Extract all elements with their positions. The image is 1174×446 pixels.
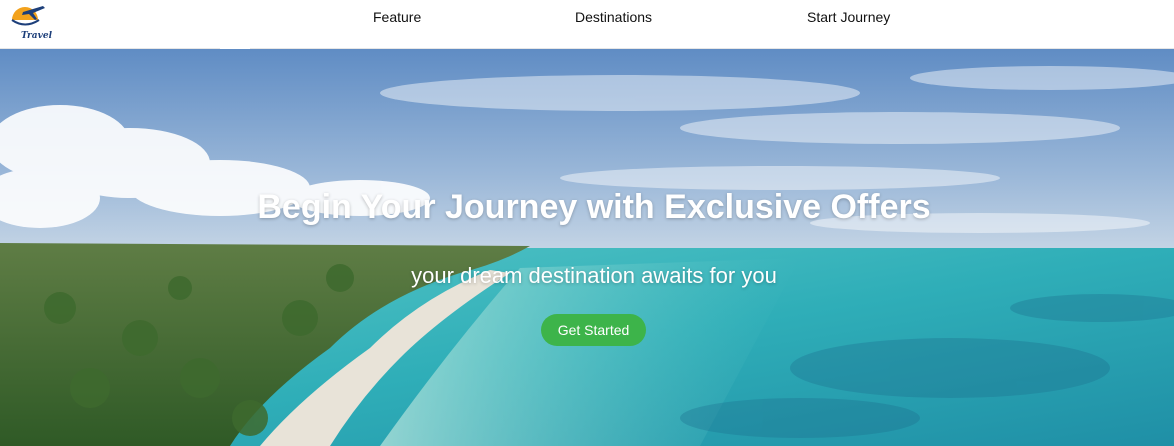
- nav-divider: [220, 47, 250, 49]
- hero-background-image: [0, 48, 1174, 446]
- logo-text: Travel: [21, 31, 52, 41]
- hero-section: Begin Your Journey with Exclusive Offers…: [0, 48, 1174, 446]
- hero-subtitle: your dream destination awaits for you: [411, 263, 777, 288]
- nav-start-journey[interactable]: Start Journey: [807, 9, 890, 25]
- navbar: Travel Feature Destinations Start Journe…: [0, 0, 1174, 49]
- get-started-button[interactable]: Get Started: [541, 314, 646, 346]
- nav-destinations[interactable]: Destinations: [575, 9, 652, 25]
- travel-logo[interactable]: Travel: [9, 2, 52, 46]
- hero-title: Begin Your Journey with Exclusive Offers: [257, 188, 931, 226]
- nav-feature[interactable]: Feature: [373, 9, 421, 25]
